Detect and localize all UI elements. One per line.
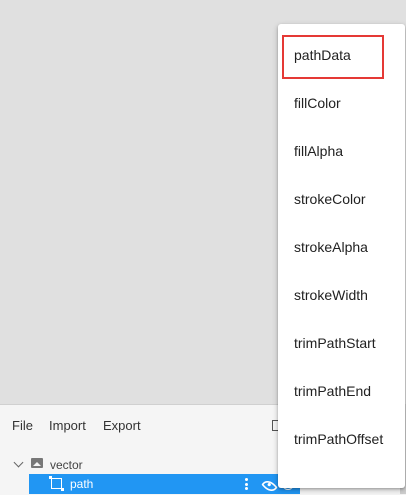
menu-item-fillcolor[interactable]: fillColor [278, 80, 405, 128]
menu-item-label: trimPathStart [294, 335, 376, 351]
menu-item-trimpathend[interactable]: trimPathEnd [278, 368, 405, 416]
menu-item-label: strokeColor [294, 191, 366, 207]
more-vert-icon[interactable] [245, 478, 248, 492]
menu-item-strokewidth[interactable]: strokeWidth [278, 272, 405, 320]
menu-item-label: trimPathEnd [294, 383, 372, 399]
import-menu-button[interactable]: Import [49, 418, 86, 433]
menu-item-fillalpha[interactable]: fillAlpha [278, 128, 405, 176]
menu-item-label: fillAlpha [294, 143, 344, 159]
menu-item-strokecolor[interactable]: strokeColor [278, 176, 405, 224]
menu-item-strokealpha[interactable]: strokeAlpha [278, 224, 405, 272]
menu-item-label: strokeAlpha [294, 239, 368, 255]
layer-label: vector [50, 458, 83, 472]
menu-item-label: strokeWidth [294, 287, 368, 303]
layer-label: path [70, 477, 94, 491]
property-dropdown-menu: pathData fillColor fillAlpha strokeColor… [278, 24, 405, 488]
path-icon [49, 476, 64, 491]
menu-item-pathdata[interactable]: pathData [278, 32, 405, 80]
file-menu-button[interactable]: File [12, 418, 33, 433]
chevron-down-icon[interactable] [13, 457, 24, 468]
export-menu-button[interactable]: Export [103, 418, 141, 433]
menu-item-label: pathData [294, 47, 351, 63]
image-icon [31, 458, 43, 468]
menu-item-label: fillColor [294, 95, 341, 111]
menu-item-trimpathstart[interactable]: trimPathStart [278, 320, 405, 368]
menu-item-label: trimPathOffset [294, 431, 384, 447]
menu-item-trimpathoffset[interactable]: trimPathOffset [278, 416, 405, 464]
